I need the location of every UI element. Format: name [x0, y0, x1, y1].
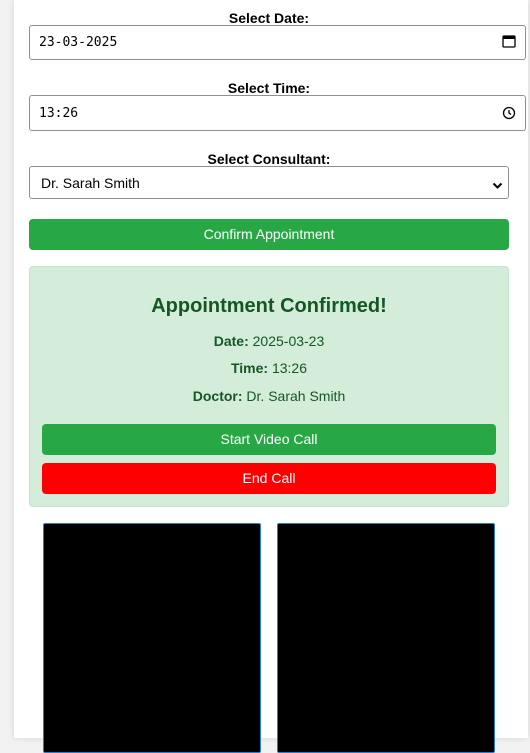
end-call-button[interactable]: End Call: [42, 463, 496, 494]
date-value: 23-03-2025: [39, 35, 118, 50]
date-input[interactable]: 23-03-2025: [29, 25, 526, 60]
start-video-call-button[interactable]: Start Video Call: [42, 424, 496, 455]
confirmation-date: Date: 2025-03-23: [30, 333, 508, 349]
time-detail-value: 13:26: [271, 360, 308, 376]
calendar-icon[interactable]: [502, 34, 516, 48]
consultant-select[interactable]: Dr. Sarah Smith: [29, 166, 509, 199]
confirmation-panel: Appointment Confirmed! Date: 2025-03-23 …: [29, 266, 509, 507]
doctor-detail-value: Dr. Sarah Smith: [246, 388, 346, 404]
date-detail-value: 2025-03-23: [252, 333, 325, 349]
time-label: Select Time:: [227, 80, 311, 96]
chevron-down-icon: [492, 178, 503, 189]
time-value: 13:26: [39, 106, 79, 121]
time-input[interactable]: 13:26: [29, 95, 526, 131]
confirmation-doctor: Doctor: Dr. Sarah Smith: [30, 388, 508, 404]
confirmation-title: Appointment Confirmed!: [151, 295, 387, 317]
consultant-value: Dr. Sarah Smith: [41, 175, 140, 191]
remote-video: [277, 523, 495, 753]
time-key: Time:: [230, 360, 269, 376]
confirm-appointment-button[interactable]: Confirm Appointment: [29, 219, 509, 250]
date-key: Date:: [213, 333, 249, 349]
clock-icon[interactable]: [502, 106, 516, 120]
local-video: [43, 523, 261, 753]
consultant-label: Select Consultant:: [207, 151, 331, 167]
date-label: Select Date:: [228, 10, 310, 26]
confirmation-time: Time: 13:26: [30, 360, 508, 376]
doctor-key: Doctor:: [192, 388, 243, 404]
